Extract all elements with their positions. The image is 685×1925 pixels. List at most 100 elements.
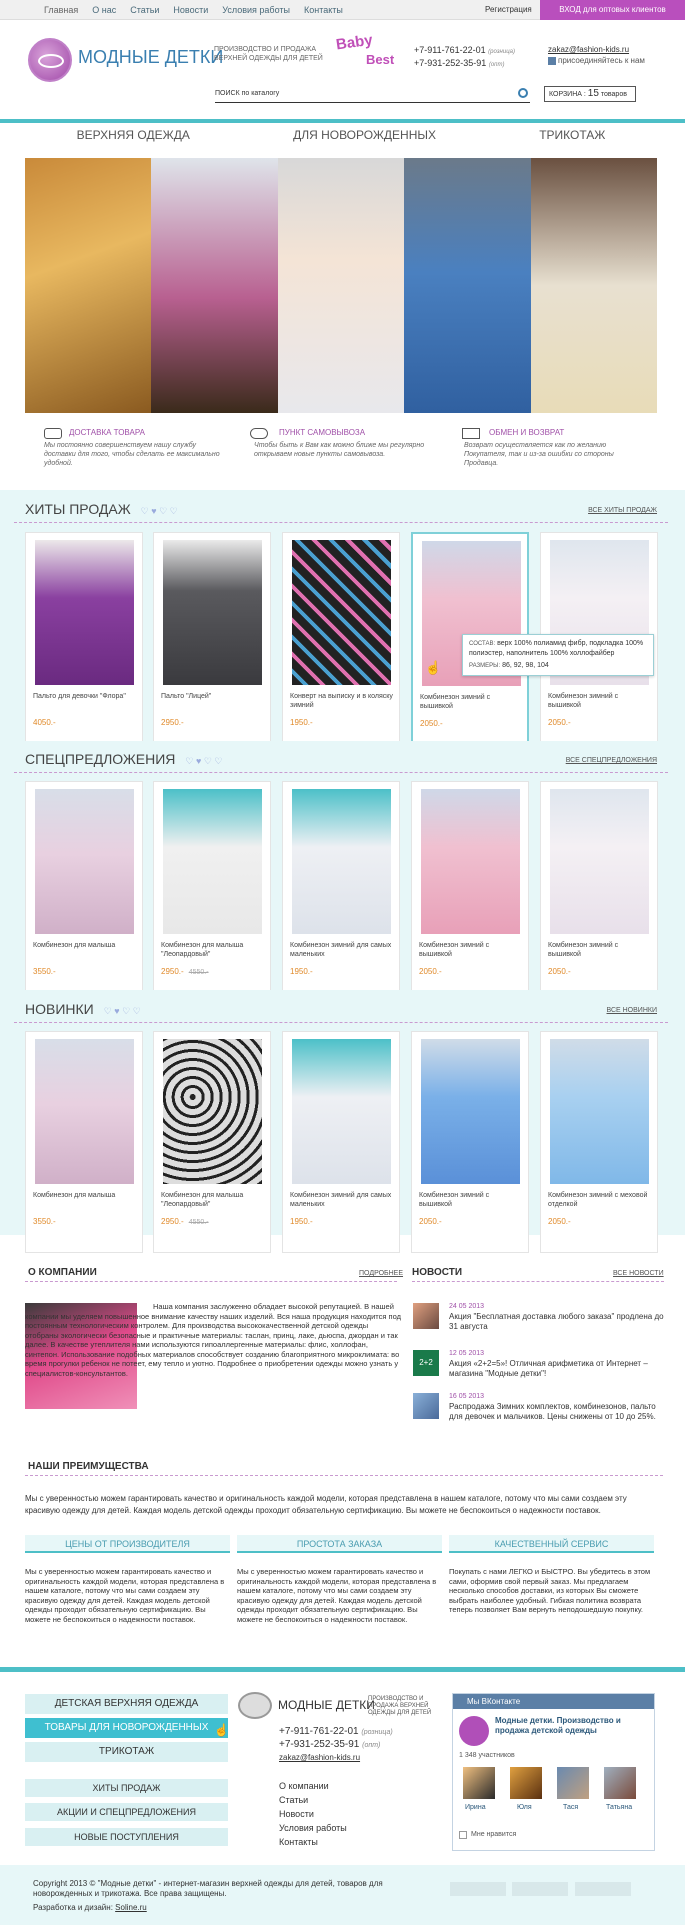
news-text[interactable]: Акция "Бесплатная доставка любого заказа… (449, 1312, 664, 1331)
nav-about[interactable]: О нас (92, 5, 116, 15)
product-card[interactable]: Пальто для девочки "Флора" 4050.- (25, 532, 143, 754)
product-name[interactable]: Комбинезон зимний с вышивкой (548, 692, 652, 710)
product-image[interactable] (163, 540, 262, 685)
service-return-title[interactable]: ОБМЕН И ВОЗВРАТ (489, 428, 644, 437)
footer-menu-hits[interactable]: ХИТЫ ПРОДАЖ (25, 1779, 228, 1797)
footer-phone-wholesale[interactable]: +7-931-252-35-91 (279, 1739, 359, 1750)
vk-member-avatar[interactable] (510, 1767, 542, 1799)
nav-terms[interactable]: Условия работы (222, 5, 290, 15)
product-name[interactable]: Комбинезон для малыша (33, 941, 137, 950)
nav-news[interactable]: Новости (173, 5, 208, 15)
product-name[interactable]: Комбинезон зимний с вышивкой (420, 693, 524, 711)
service-delivery-title[interactable]: ДОСТАВКА ТОВАРА (69, 428, 224, 437)
product-image[interactable] (163, 1039, 262, 1184)
product-card[interactable]: Комбинезон зимний с вышивкой 2050.- (411, 1031, 529, 1253)
footer-menu-newborn[interactable]: ТОВАРЫ ДЛЯ НОВОРОЖДЕННЫХ (25, 1718, 228, 1738)
product-card[interactable]: Конверт на выписку и в коляску зимний 195… (282, 532, 400, 754)
new-all-link[interactable]: ВСЕ НОВИНКИ (607, 1007, 657, 1014)
service-pickup-title[interactable]: ПУНКТ САМОВЫВОЗА (279, 428, 434, 437)
vk-member-name[interactable]: Юля (517, 1804, 532, 1811)
product-image[interactable] (35, 1039, 134, 1184)
news-text[interactable]: Акция «2+2=5»! Отличная арифметика от Ин… (449, 1359, 664, 1378)
design-link[interactable]: Soline.ru (115, 1903, 147, 1912)
hits-all-link[interactable]: ВСЕ ХИТЫ ПРОДАЖ (588, 507, 657, 514)
product-card[interactable]: Пальто "Лицей" 2950.- (153, 532, 271, 754)
footer-link-terms[interactable]: Условия работы (279, 1821, 347, 1835)
product-name[interactable]: Пальто "Лицей" (161, 692, 265, 701)
footer-menu-outerwear[interactable]: ДЕТСКАЯ ВЕРХНЯЯ ОДЕЖДА (25, 1694, 228, 1714)
news-thumbnail[interactable] (413, 1393, 439, 1419)
product-card[interactable]: Комбинезон зимний для самых маленьких 195… (282, 1031, 400, 1253)
product-card[interactable]: Комбинезон для малыша "Леопардовый" 2950.… (153, 781, 271, 1003)
product-name[interactable]: Комбинезон зимний с меховой отделкой (548, 1191, 652, 1209)
vk-member-avatar[interactable] (557, 1767, 589, 1799)
company-more-link[interactable]: ПОДРОБНЕЕ (359, 1270, 403, 1277)
product-name[interactable]: Комбинезон для малыша "Леопардовый" (161, 941, 265, 959)
vk-member-name[interactable]: Тася (563, 1804, 578, 1811)
wholesale-login-button[interactable]: ВХОД для оптовых клиентов (540, 0, 685, 20)
footer-link-news[interactable]: Новости (279, 1807, 347, 1821)
nav-home[interactable]: Главная (44, 5, 78, 15)
product-image[interactable] (550, 1039, 649, 1184)
footer-menu-special[interactable]: АКЦИИ И СПЕЦПРЕДЛОЖЕНИЯ (25, 1803, 228, 1821)
category-outerwear[interactable]: ВЕРХНЯЯ ОДЕЖДА (77, 128, 190, 142)
nav-articles[interactable]: Статьи (130, 5, 159, 15)
footer-menu-knitwear[interactable]: ТРИКОТАЖ (25, 1742, 228, 1762)
vk-member-name[interactable]: Татьяна (606, 1804, 632, 1811)
vk-member-avatar[interactable] (604, 1767, 636, 1799)
news-thumbnail[interactable]: 2+2 (413, 1350, 439, 1376)
product-image[interactable] (292, 540, 391, 685)
counter-badge[interactable] (450, 1882, 506, 1896)
special-all-link[interactable]: ВСЕ СПЕЦПРЕДЛОЖЕНИЯ (566, 757, 657, 764)
vk-group-avatar[interactable] (459, 1716, 489, 1746)
product-image[interactable] (550, 789, 649, 934)
footer-logo-title[interactable]: МОДНЫЕ ДЕТКИ (278, 1698, 375, 1712)
product-card[interactable]: Комбинезон для малыша 3550.- (25, 1031, 143, 1253)
product-name[interactable]: Комбинезон зимний для самых маленьких (290, 941, 394, 959)
vk-member-avatar[interactable] (463, 1767, 495, 1799)
product-card[interactable]: Комбинезон зимний с меховой отделкой 2050… (540, 1031, 658, 1253)
news-text[interactable]: Распродажа Зимних комплектов, комбинезон… (449, 1402, 664, 1421)
search-bar[interactable]: ПОИСК по каталогу (215, 87, 530, 103)
counter-badge[interactable] (512, 1882, 568, 1896)
vk-members[interactable]: 1 348 участников (459, 1752, 515, 1759)
footer-phone-retail[interactable]: +7-911-761-22-01 (279, 1726, 359, 1737)
footer-menu-new[interactable]: НОВЫЕ ПОСТУПЛЕНИЯ (25, 1828, 228, 1846)
logo-title[interactable]: МОДНЫЕ ДЕТКИ (78, 47, 223, 68)
footer-logo-icon[interactable] (238, 1692, 272, 1719)
product-image[interactable] (35, 789, 134, 934)
product-name[interactable]: Конверт на выписку и в коляску зимний (290, 692, 394, 710)
vk-like-label[interactable]: Мне нравится (471, 1831, 516, 1838)
category-knitwear[interactable]: ТРИКОТАЖ (539, 128, 605, 142)
product-name[interactable]: Комбинезон зимний с вышивкой (419, 1191, 523, 1209)
product-name[interactable]: Комбинезон зимний для самых маленьких (290, 1191, 394, 1209)
vk-join-link[interactable]: присоединяйтесь к нам (548, 56, 645, 65)
product-card[interactable]: Комбинезон зимний с вышивкой 2050.- (540, 781, 658, 1003)
product-image[interactable] (292, 1039, 391, 1184)
cart[interactable]: КОРЗИНА : 15 товаров (544, 86, 636, 102)
category-newborn[interactable]: ДЛЯ НОВОРОЖДЕННЫХ (293, 128, 436, 142)
vk-like-checkbox[interactable] (459, 1831, 467, 1839)
phone-wholesale[interactable]: +7-931-252-35-91 (414, 58, 486, 68)
product-card[interactable]: Комбинезон для малыша "Леопардовый" 2950.… (153, 1031, 271, 1253)
service-return[interactable]: ОБМЕН И ВОЗВРАТ Возврат осуществляется к… (464, 428, 644, 468)
service-pickup[interactable]: ПУНКТ САМОВЫВОЗА Чтобы быть к Вам как мо… (254, 428, 434, 468)
nav-contacts[interactable]: Контакты (304, 5, 343, 15)
email-link[interactable]: zakaz@fashion-kids.ru (548, 45, 629, 54)
product-card[interactable]: Комбинезон зимний с вышивкой 2050.- (411, 781, 529, 1003)
product-image[interactable] (35, 540, 134, 685)
news-thumbnail[interactable] (413, 1303, 439, 1329)
product-image[interactable] (292, 789, 391, 934)
service-delivery[interactable]: ДОСТАВКА ТОВАРА Мы постоянно совершенств… (44, 428, 224, 468)
logo-icon[interactable] (28, 38, 72, 82)
product-name[interactable]: Комбинезон для малыша "Леопардовый" (161, 1191, 265, 1209)
vk-member-name[interactable]: Ирина (465, 1804, 486, 1811)
footer-email[interactable]: zakaz@fashion-kids.ru (279, 1753, 360, 1762)
product-card[interactable]: Комбинезон зимний для самых маленьких 195… (282, 781, 400, 1003)
search-icon[interactable] (518, 88, 528, 98)
footer-link-about[interactable]: О компании (279, 1779, 347, 1793)
product-name[interactable]: Пальто для девочки "Флора" (33, 692, 137, 701)
product-image[interactable] (163, 789, 262, 934)
counter-badge[interactable] (575, 1882, 631, 1896)
product-card[interactable]: Комбинезон для малыша 3550.- (25, 781, 143, 1003)
